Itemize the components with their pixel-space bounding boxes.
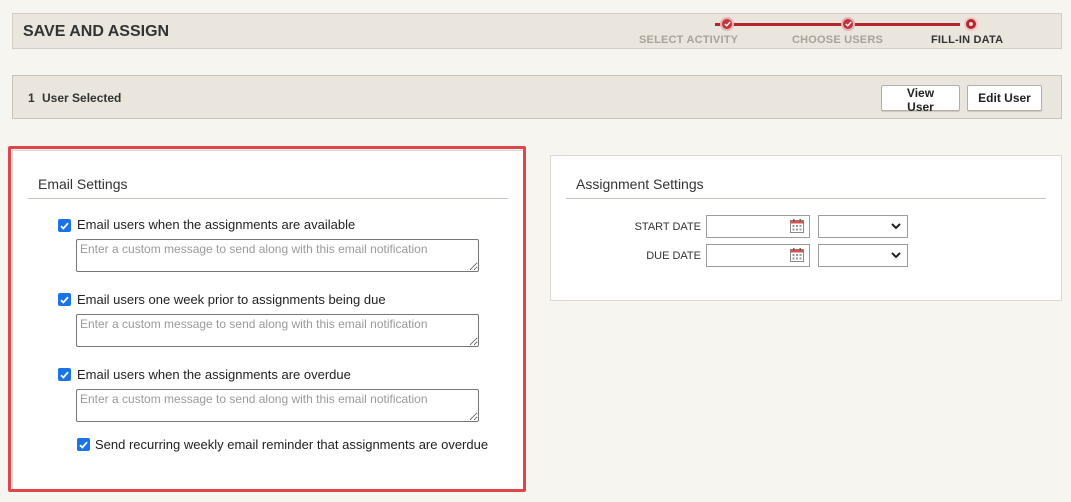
page-title: SAVE AND ASSIGN	[23, 23, 170, 40]
assignment-settings-divider	[566, 198, 1046, 199]
calendar-icon[interactable]	[790, 219, 804, 233]
email-overdue-message-input[interactable]	[76, 389, 479, 422]
checkmark-icon	[60, 296, 69, 304]
email-settings-title: Email Settings	[38, 176, 128, 192]
step-label-select-activity: SELECT ACTIVITY	[639, 34, 739, 46]
email-available-message-input[interactable]	[76, 239, 479, 272]
page-header: SAVE AND ASSIGN SELECT ACTIVITY CHOOSE U…	[12, 13, 1062, 49]
email-overdue-label: Email users when the assignments are ove…	[77, 367, 351, 382]
email-settings-divider	[28, 198, 508, 199]
selected-user-count: 1	[28, 91, 35, 105]
user-selection-bar: 1 User Selected View User Edit User	[12, 75, 1062, 119]
step-current-icon	[964, 17, 978, 31]
email-settings-panel: Email Settings Email users when the assi…	[12, 150, 524, 491]
checkmark-icon	[79, 441, 88, 449]
chevron-down-icon	[891, 223, 901, 230]
chevron-down-icon	[891, 252, 901, 259]
email-available-checkbox[interactable]	[58, 219, 71, 232]
step-label-choose-users: CHOOSE USERS	[792, 34, 884, 46]
start-time-select[interactable]	[818, 215, 908, 238]
recurring-reminder-label: Send recurring weekly email reminder tha…	[95, 437, 489, 452]
start-date-label: START DATE	[634, 221, 701, 233]
due-date-label: DUE DATE	[646, 250, 701, 262]
due-time-select[interactable]	[818, 244, 908, 267]
email-week-prior-message-input[interactable]	[76, 314, 479, 347]
email-week-prior-label: Email users one week prior to assignment…	[77, 292, 386, 307]
step-complete-icon	[720, 17, 734, 31]
step-progress-line	[715, 23, 960, 26]
edit-user-button[interactable]: Edit User	[967, 85, 1042, 111]
checkmark-icon	[60, 371, 69, 379]
checkmark-icon	[60, 222, 69, 230]
progress-steps: SELECT ACTIVITY CHOOSE USERS FILL-IN DAT…	[633, 14, 1053, 48]
email-available-label: Email users when the assignments are ava…	[77, 217, 356, 232]
email-overdue-checkbox[interactable]	[58, 368, 71, 381]
selected-user-text: User Selected	[42, 91, 122, 105]
email-week-prior-checkbox[interactable]	[58, 293, 71, 306]
step-complete-icon	[841, 17, 855, 31]
step-label-fill-in-data: FILL-IN DATA	[931, 34, 1004, 46]
view-user-button[interactable]: View User	[881, 85, 960, 114]
assignment-settings-title: Assignment Settings	[576, 176, 704, 192]
calendar-icon[interactable]	[790, 248, 804, 262]
assignment-settings-panel: Assignment Settings START DATE DUE DATE	[550, 155, 1062, 301]
recurring-reminder-checkbox[interactable]	[77, 438, 90, 451]
